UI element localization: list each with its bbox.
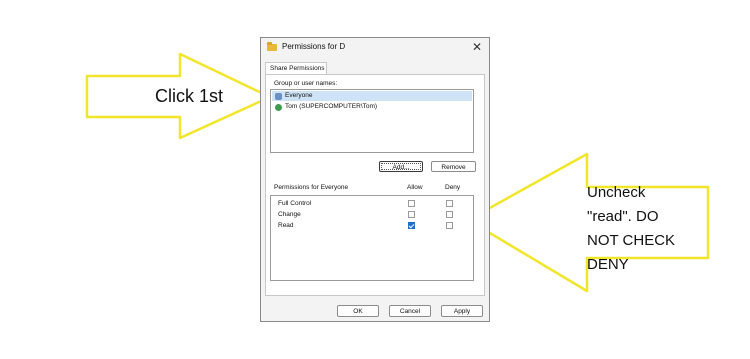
perm-row-full-control: Full Control [271,199,473,209]
perm-row-read: Read [271,221,473,231]
annotation-line: "read". DO [587,208,659,225]
cancel-button[interactable]: Cancel [389,305,431,317]
tab-share-permissions[interactable]: Share Permissions [265,62,327,74]
user-icon [275,104,282,111]
group-icon [275,93,282,100]
allow-read-checkbox[interactable] [408,222,415,229]
list-item-everyone[interactable]: Everyone [272,91,472,101]
remove-button[interactable]: Remove [431,161,476,172]
ok-button[interactable]: OK [337,305,379,317]
allow-header: Allow [407,184,423,191]
folder-icon [267,42,277,51]
permissions-label: Permissions for Everyone [274,184,349,191]
title-bar: Permissions for D ✕ [261,38,489,58]
permissions-dialog: Permissions for D ✕ Share Permissions Gr… [260,37,490,322]
allow-full-control-checkbox[interactable] [408,200,415,207]
permissions-list: Full Control Change Read [270,195,474,281]
deny-header: Deny [445,184,461,191]
annotation-line: DENY [587,256,629,273]
deny-full-control-checkbox[interactable] [446,200,453,207]
user-list[interactable]: Everyone Tom (SUPERCOMPUTER\Tom) [270,89,474,153]
deny-read-checkbox[interactable] [446,222,453,229]
perm-row-change: Change [271,210,473,220]
deny-change-checkbox[interactable] [446,211,453,218]
annotation-instructions: Uncheck "read". DO NOT CHECK DENY [587,181,687,277]
dialog-title: Permissions for D [282,42,346,51]
allow-change-checkbox[interactable] [408,211,415,218]
annotation-click-first: Click 1st [155,86,224,106]
annotation-line: NOT CHECK [587,232,676,249]
apply-button[interactable]: Apply [441,305,483,317]
annotation-line: Uncheck [587,184,646,201]
close-button[interactable]: ✕ [470,40,484,54]
list-item-tom[interactable]: Tom (SUPERCOMPUTER\Tom) [272,102,472,112]
group-label: Group or user names: [274,80,338,87]
add-button[interactable]: Add... [379,161,423,172]
